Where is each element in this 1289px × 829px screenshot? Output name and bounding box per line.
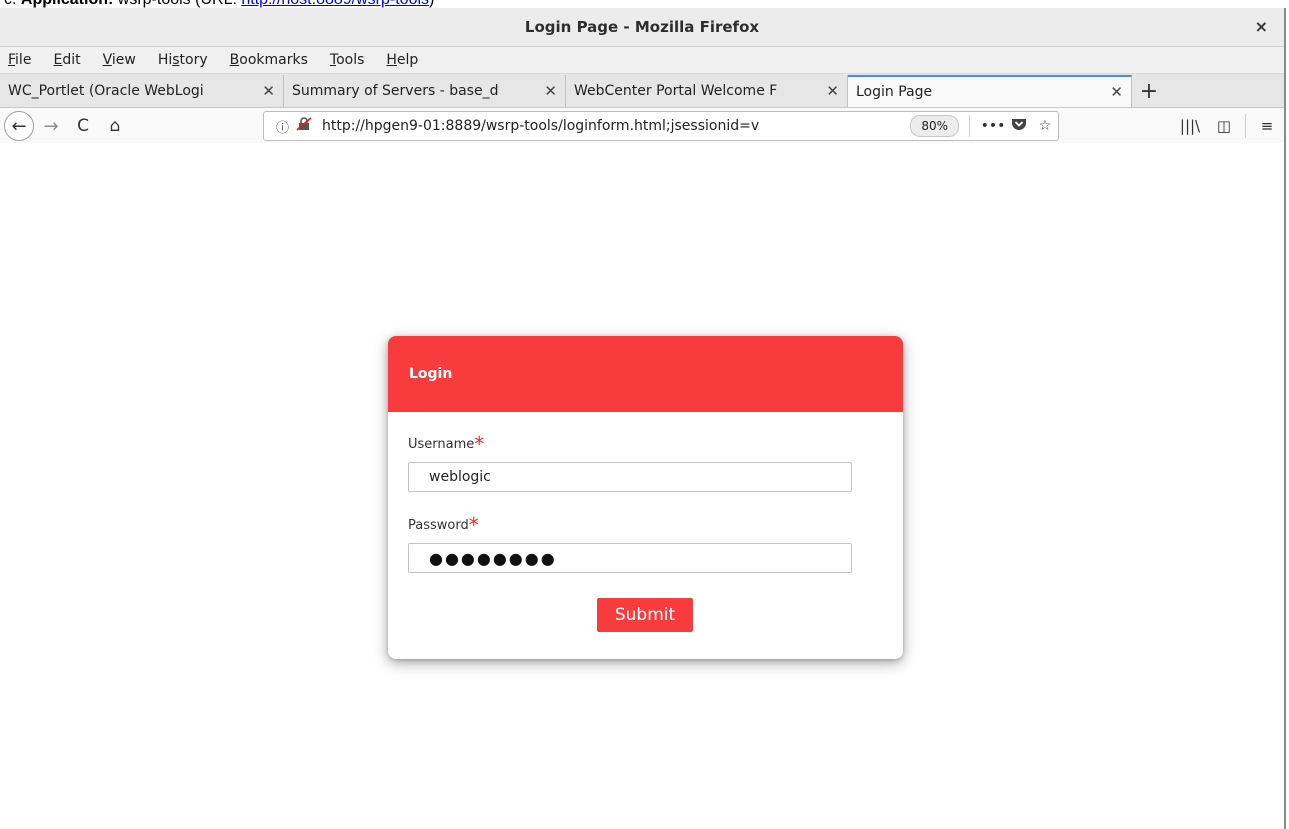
password-label: Password* <box>408 513 479 537</box>
info-icon[interactable]: ⓘ <box>276 117 296 136</box>
tab-title: WC_Portlet (Oracle WebLogi <box>8 83 204 99</box>
menu-bar: File Edit View History Bookmarks Tools H… <box>0 47 1284 74</box>
menu-history[interactable]: History <box>158 52 208 68</box>
page-viewport: Login Username* weblogic Password* ●●●●●… <box>0 143 1284 829</box>
caption-text: wsrp-tools (URL: <box>113 0 241 8</box>
insecure-lock-icon[interactable] <box>296 117 318 135</box>
menu-help[interactable]: Help <box>386 52 418 68</box>
tab-close-icon[interactable]: ✕ <box>1110 83 1123 101</box>
caption-link[interactable]: http://host:8889/wsrp-tools <box>241 0 429 8</box>
library-icon[interactable]: |||\ <box>1173 117 1207 135</box>
submit-button[interactable]: Submit <box>597 598 693 632</box>
login-card: Login Username* weblogic Password* ●●●●●… <box>388 336 903 659</box>
zoom-level-badge[interactable]: 80% <box>910 115 959 137</box>
tab-wc-portlet[interactable]: WC_Portlet (Oracle WebLogi ✕ <box>0 75 284 107</box>
browser-window: Login Page - Mozilla Firefox × File Edit… <box>0 8 1286 829</box>
window-title: Login Page - Mozilla Firefox <box>524 18 760 36</box>
caption-prefix: c. <box>4 0 21 8</box>
tab-webcenter-portal[interactable]: WebCenter Portal Welcome F ✕ <box>566 75 848 107</box>
menu-tools[interactable]: Tools <box>330 52 365 68</box>
menu-view[interactable]: View <box>103 52 136 68</box>
sidebar-icon[interactable]: ◫ <box>1207 117 1241 135</box>
menu-file[interactable]: File <box>8 52 31 68</box>
hamburger-menu-icon[interactable]: ≡ <box>1250 117 1284 135</box>
menu-bookmarks[interactable]: Bookmarks <box>230 52 308 68</box>
username-label: Username* <box>408 432 485 456</box>
forward-button[interactable]: → <box>34 111 68 141</box>
login-header: Login <box>388 336 903 412</box>
password-mask: ●●●●●●●● <box>429 548 557 568</box>
window-close-icon[interactable]: × <box>1255 17 1268 36</box>
pocket-icon[interactable] <box>1006 117 1032 135</box>
tab-close-icon[interactable]: ✕ <box>262 82 275 100</box>
navigation-bar: ← → C ⌂ ⓘ http://hpgen9-01:8889/wsrp-too… <box>0 108 1284 145</box>
password-input[interactable]: ●●●●●●●● <box>408 543 852 573</box>
username-input[interactable]: weblogic <box>408 462 852 492</box>
home-button[interactable]: ⌂ <box>98 111 132 141</box>
window-titlebar: Login Page - Mozilla Firefox × <box>0 8 1284 47</box>
page-actions-icon[interactable]: ••• <box>980 118 1006 134</box>
tab-close-icon[interactable]: ✕ <box>826 82 839 100</box>
reload-button[interactable]: C <box>68 111 98 141</box>
tab-bar: WC_Portlet (Oracle WebLogi ✕ Summary of … <box>0 74 1284 108</box>
tab-title: Login Page <box>856 84 933 100</box>
login-title: Login <box>409 366 453 382</box>
url-text[interactable]: http://hpgen9-01:8889/wsrp-tools/loginfo… <box>322 118 901 134</box>
new-tab-button[interactable]: + <box>1132 75 1166 107</box>
back-button[interactable]: ← <box>4 111 34 141</box>
username-value: weblogic <box>429 469 491 485</box>
url-bar[interactable]: ⓘ http://hpgen9-01:8889/wsrp-tools/login… <box>263 111 1059 141</box>
required-asterisk-icon: * <box>474 432 485 456</box>
tab-title: Summary of Servers - base_d <box>292 83 499 99</box>
tab-close-icon[interactable]: ✕ <box>544 82 557 100</box>
tab-title: WebCenter Portal Welcome F <box>574 83 778 99</box>
menu-edit[interactable]: Edit <box>53 52 80 68</box>
tab-summary-of-servers[interactable]: Summary of Servers - base_d ✕ <box>284 75 566 107</box>
toolbar-right: |||\ ◫ ≡ <box>1173 108 1284 144</box>
tab-login-page[interactable]: Login Page ✕ <box>848 75 1132 107</box>
caption-bold: Application: <box>21 0 113 8</box>
bookmark-star-icon[interactable]: ☆ <box>1032 118 1058 134</box>
required-asterisk-icon: * <box>468 513 479 537</box>
caption-suffix: ) <box>429 0 434 8</box>
